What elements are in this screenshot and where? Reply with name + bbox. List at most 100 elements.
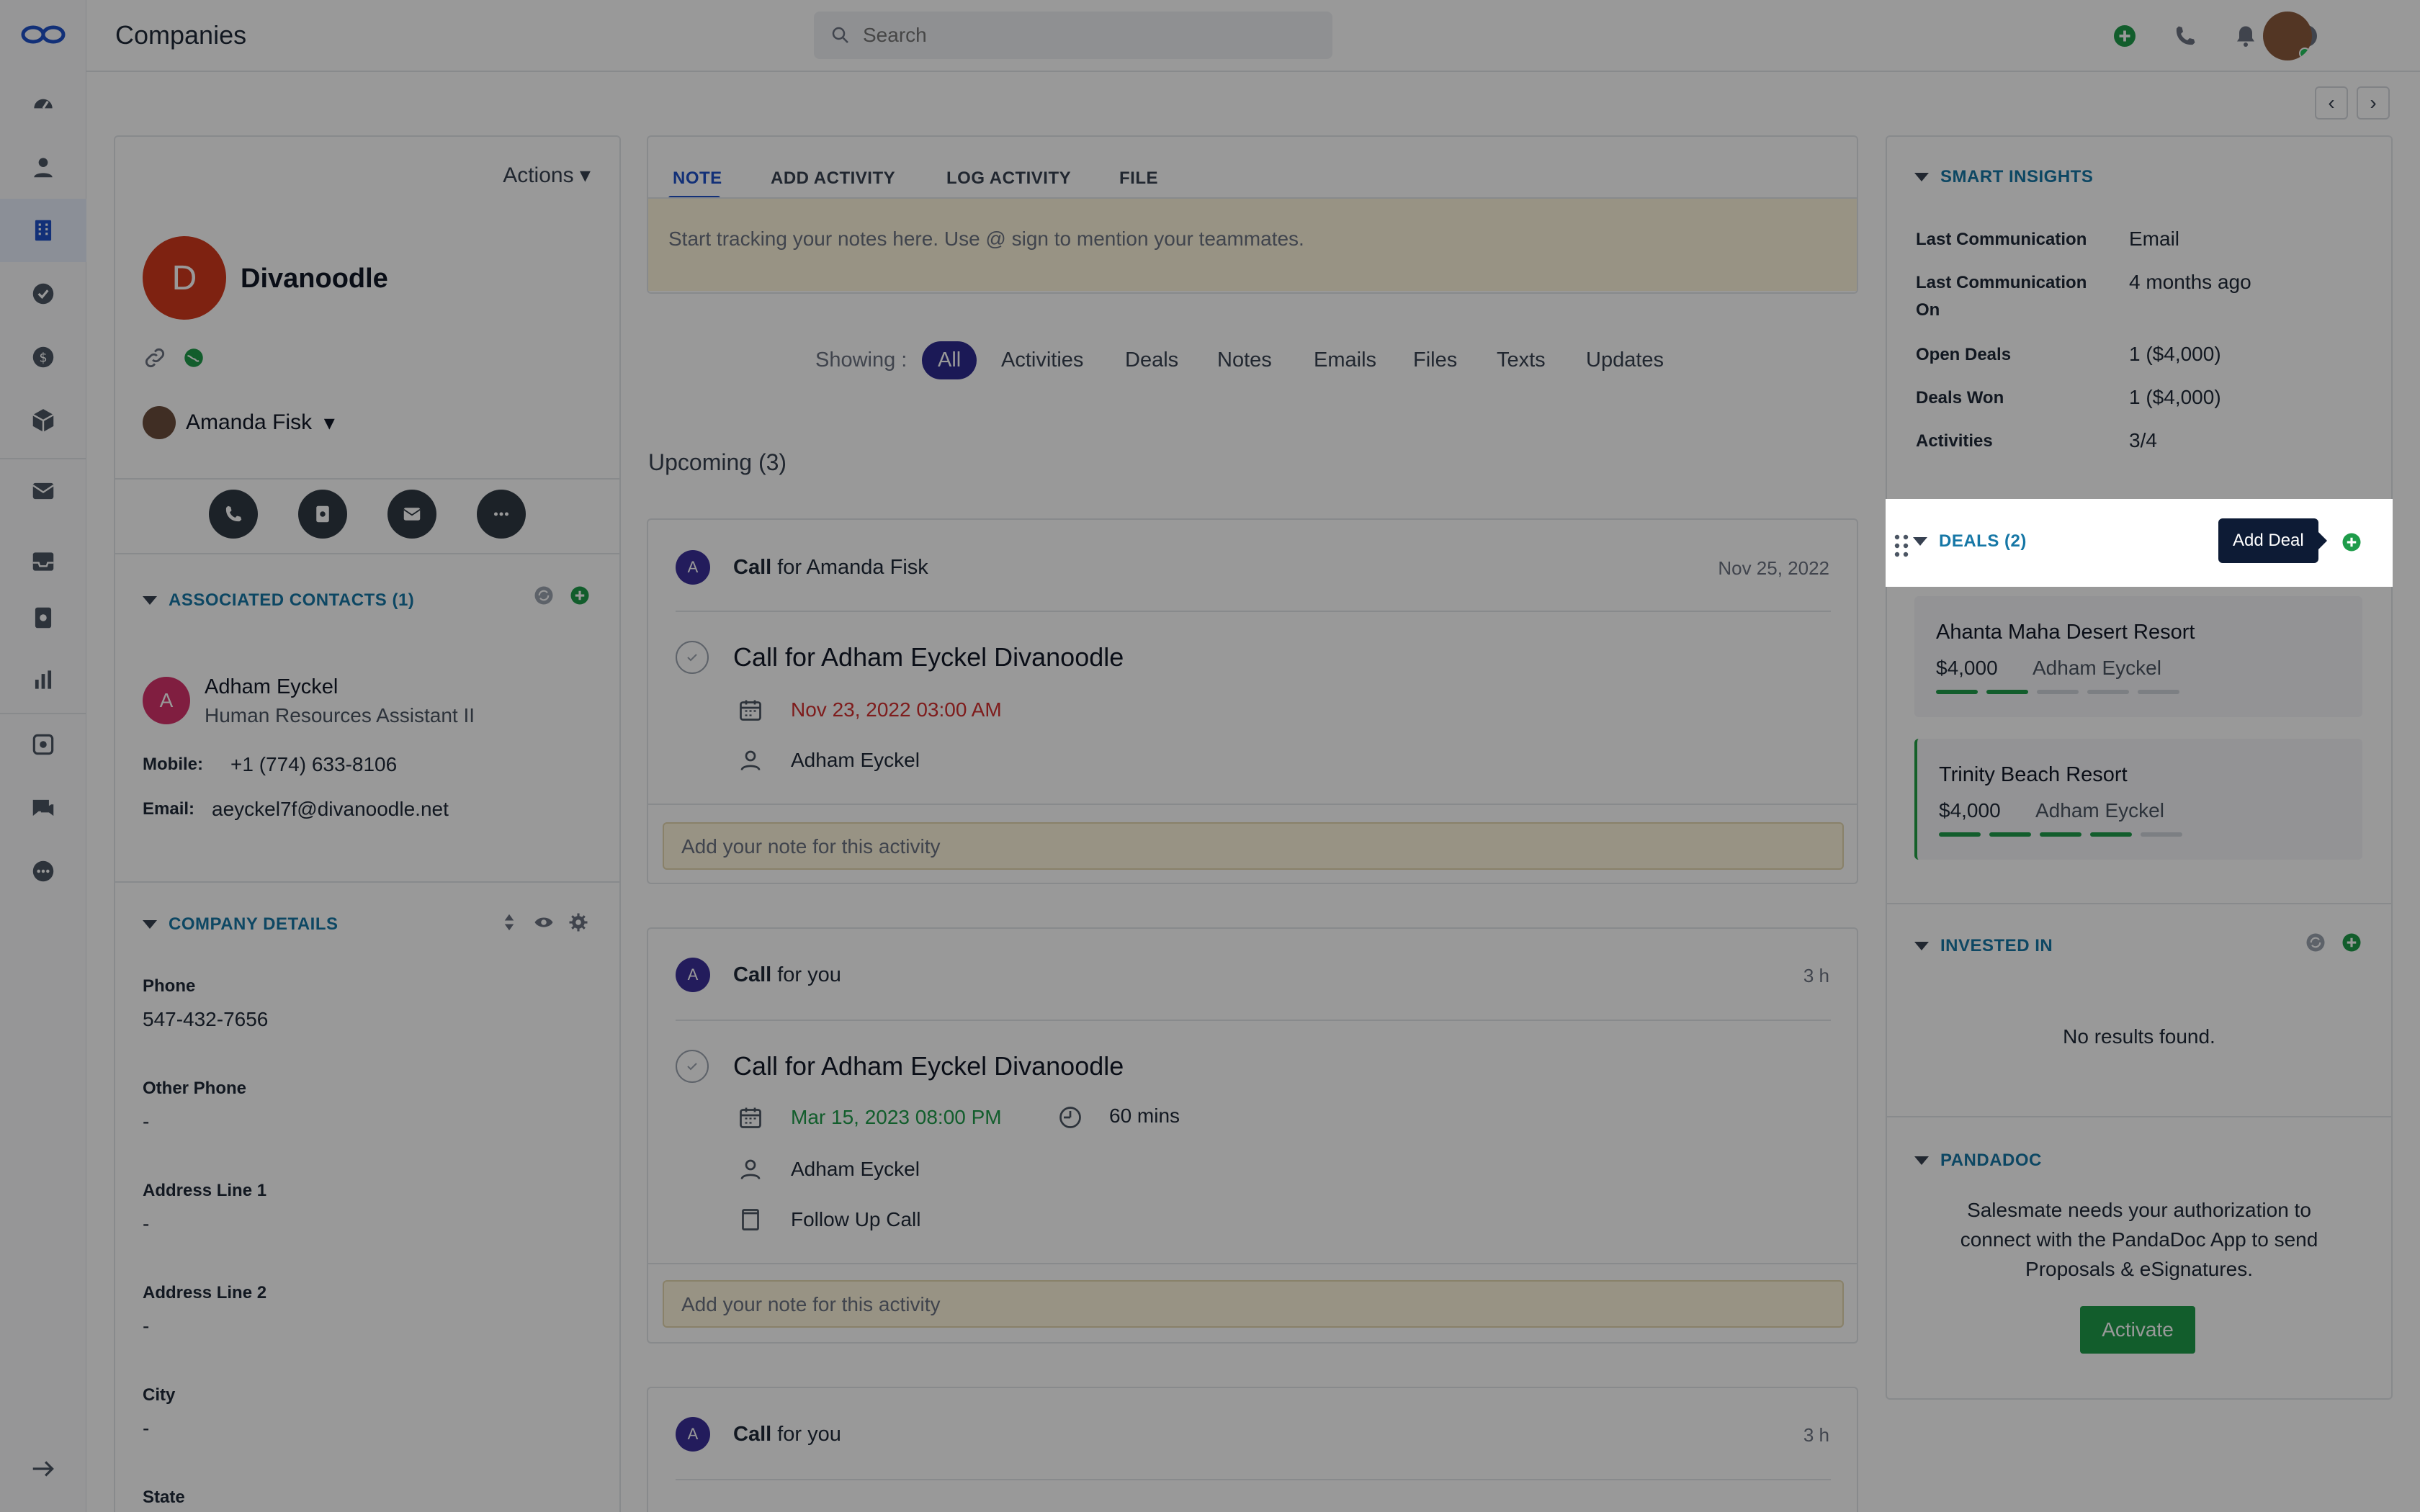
activate-pandadoc-button[interactable]: Activate — [2080, 1306, 2195, 1354]
contact-mobile[interactable]: +1 (774) 633-8106 — [230, 753, 397, 776]
search-box[interactable] — [814, 12, 1332, 59]
clock-icon — [1059, 1107, 1081, 1128]
tab-note[interactable]: NOTE — [673, 168, 722, 189]
activity-contact[interactable]: Adham Eyckel — [791, 749, 920, 772]
filter-updates[interactable]: Updates — [1586, 348, 1664, 372]
deal-name[interactable]: Ahanta Maha Desert Resort — [1936, 621, 2195, 644]
section-title: PANDADOC — [1940, 1151, 2042, 1170]
filter-texts[interactable]: Texts — [1497, 348, 1546, 372]
smart-insights-header[interactable]: SMART INSIGHTS — [1914, 167, 2093, 187]
app-logo-icon[interactable] — [20, 19, 66, 50]
activity-when: Nov 25, 2022 — [1718, 557, 1829, 579]
dashboard-icon[interactable] — [0, 72, 86, 135]
associated-contacts-header[interactable]: ASSOCIATED CONTACTS (1) — [143, 590, 414, 611]
deal-card[interactable]: Ahanta Maha Desert Resort $4,000 Adham E… — [1914, 596, 2362, 717]
mobile-label: Mobile: — [143, 755, 203, 774]
company-profile-panel: Actions ▾ D Divanoodle Amanda Fisk ▾ ASS… — [114, 135, 621, 1512]
settings-gear-icon[interactable] — [568, 912, 589, 933]
stage-bar — [2037, 690, 2079, 694]
tab-add-activity[interactable]: ADD ACTIVITY — [771, 168, 895, 189]
quick-add-icon[interactable] — [2110, 22, 2139, 50]
contacts-icon[interactable] — [0, 135, 86, 199]
expand-sidebar-icon[interactable] — [0, 1437, 86, 1500]
activity-title[interactable]: Call for Adham Eyckel Divanoodle — [733, 1051, 1124, 1081]
previous-record-button[interactable]: ‹ — [2315, 86, 2348, 120]
reports-icon[interactable] — [0, 648, 86, 711]
companies-icon[interactable] — [0, 199, 86, 262]
sequences-icon[interactable] — [0, 586, 86, 649]
sort-icon[interactable] — [498, 912, 520, 933]
insight-value: 3/4 — [2129, 429, 2157, 451]
refresh-icon[interactable] — [533, 585, 555, 606]
contact-name[interactable]: Adham Eyckel — [205, 675, 338, 699]
section-title: COMPANY DETAILS — [169, 914, 339, 934]
phone-icon[interactable] — [2171, 22, 2200, 50]
email-icon[interactable] — [0, 459, 86, 523]
field-value-phone[interactable]: 547-432-7656 — [143, 1008, 268, 1031]
products-icon[interactable] — [0, 389, 86, 452]
filter-activities[interactable]: Activities — [1001, 348, 1083, 372]
company-avatar: D — [143, 236, 226, 320]
field-label-state: State — [143, 1488, 185, 1507]
refresh-icon[interactable] — [2305, 932, 2326, 953]
sidebar-nav: $ — [0, 0, 86, 1512]
document-icon — [742, 1209, 759, 1230]
activity-contact[interactable]: Adham Eyckel — [791, 1158, 920, 1181]
owner-selector[interactable]: Amanda Fisk ▾ — [143, 406, 335, 439]
deals-header-toggle[interactable]: DEALS (2) — [1913, 531, 2027, 552]
search-input[interactable] — [863, 24, 1295, 47]
email-button[interactable] — [387, 490, 436, 539]
filter-emails[interactable]: Emails — [1314, 348, 1376, 372]
collapse-caret-icon — [1914, 1156, 1929, 1165]
automation-icon[interactable] — [0, 713, 86, 776]
filter-all[interactable]: All — [922, 341, 977, 379]
activity-note-input[interactable]: Add your note for this activity — [663, 822, 1844, 870]
mark-complete-checkbox[interactable] — [676, 1050, 709, 1083]
field-value-address-2[interactable]: - — [143, 1315, 149, 1338]
tasks-icon[interactable] — [0, 262, 86, 325]
actions-dropdown[interactable]: Actions ▾ — [503, 163, 591, 188]
deals-icon[interactable]: $ — [0, 325, 86, 389]
collapse-caret-icon — [1913, 537, 1927, 546]
stage-bar — [1986, 690, 2028, 694]
deal-name[interactable]: Trinity Beach Resort — [1939, 763, 2128, 787]
add-investment-icon[interactable] — [2341, 932, 2362, 953]
globe-icon[interactable] — [182, 346, 206, 370]
tab-file[interactable]: FILE — [1119, 168, 1158, 189]
call-button[interactable] — [209, 490, 258, 539]
filter-deals[interactable]: Deals — [1125, 348, 1178, 372]
eye-icon[interactable] — [533, 912, 555, 933]
field-value-address-1[interactable]: - — [143, 1212, 149, 1236]
filter-notes[interactable]: Notes — [1217, 348, 1272, 372]
deal-card[interactable]: Trinity Beach Resort $4,000 Adham Eyckel — [1914, 739, 2362, 860]
notifications-bell-icon[interactable] — [2231, 22, 2260, 50]
mark-complete-checkbox[interactable] — [676, 641, 709, 674]
company-details-header[interactable]: COMPANY DETAILS — [143, 914, 339, 935]
stage-bar — [2090, 832, 2132, 837]
chat-icon[interactable] — [0, 776, 86, 840]
note-composer-input[interactable]: Start tracking your notes here. Use @ si… — [648, 197, 1857, 291]
sequence-button[interactable] — [298, 490, 347, 539]
add-contact-icon[interactable] — [569, 585, 591, 606]
invested-in-header[interactable]: INVESTED IN — [1914, 936, 2053, 956]
link-icon[interactable] — [143, 346, 167, 370]
more-apps-icon[interactable] — [0, 840, 86, 903]
contact-avatar: A — [143, 677, 190, 724]
activity-title[interactable]: Call for Adham Eyckel Divanoodle — [733, 642, 1124, 672]
activity-note-input[interactable]: Add your note for this activity — [663, 1280, 1844, 1328]
add-deal-icon[interactable] — [2341, 531, 2362, 553]
contact-email[interactable]: aeyckel7f@divanoodle.net — [212, 798, 449, 821]
more-actions-button[interactable] — [477, 490, 526, 539]
drag-handle-icon[interactable] — [1893, 533, 1910, 559]
stage-bar — [2141, 832, 2182, 837]
section-title: INVESTED IN — [1940, 936, 2053, 955]
filter-files[interactable]: Files — [1413, 348, 1457, 372]
pandadoc-header[interactable]: PANDADOC — [1914, 1151, 2042, 1171]
field-value-city[interactable]: - — [143, 1417, 149, 1440]
activity-card: A Call for you 3 h Call for Adham Eyckel… — [647, 927, 1858, 1344]
next-record-button[interactable]: › — [2357, 86, 2390, 120]
user-avatar[interactable] — [2263, 12, 2312, 60]
field-value-other-phone[interactable]: - — [143, 1110, 149, 1133]
inbox-icon[interactable] — [0, 530, 86, 593]
tab-log-activity[interactable]: LOG ACTIVITY — [946, 168, 1071, 189]
